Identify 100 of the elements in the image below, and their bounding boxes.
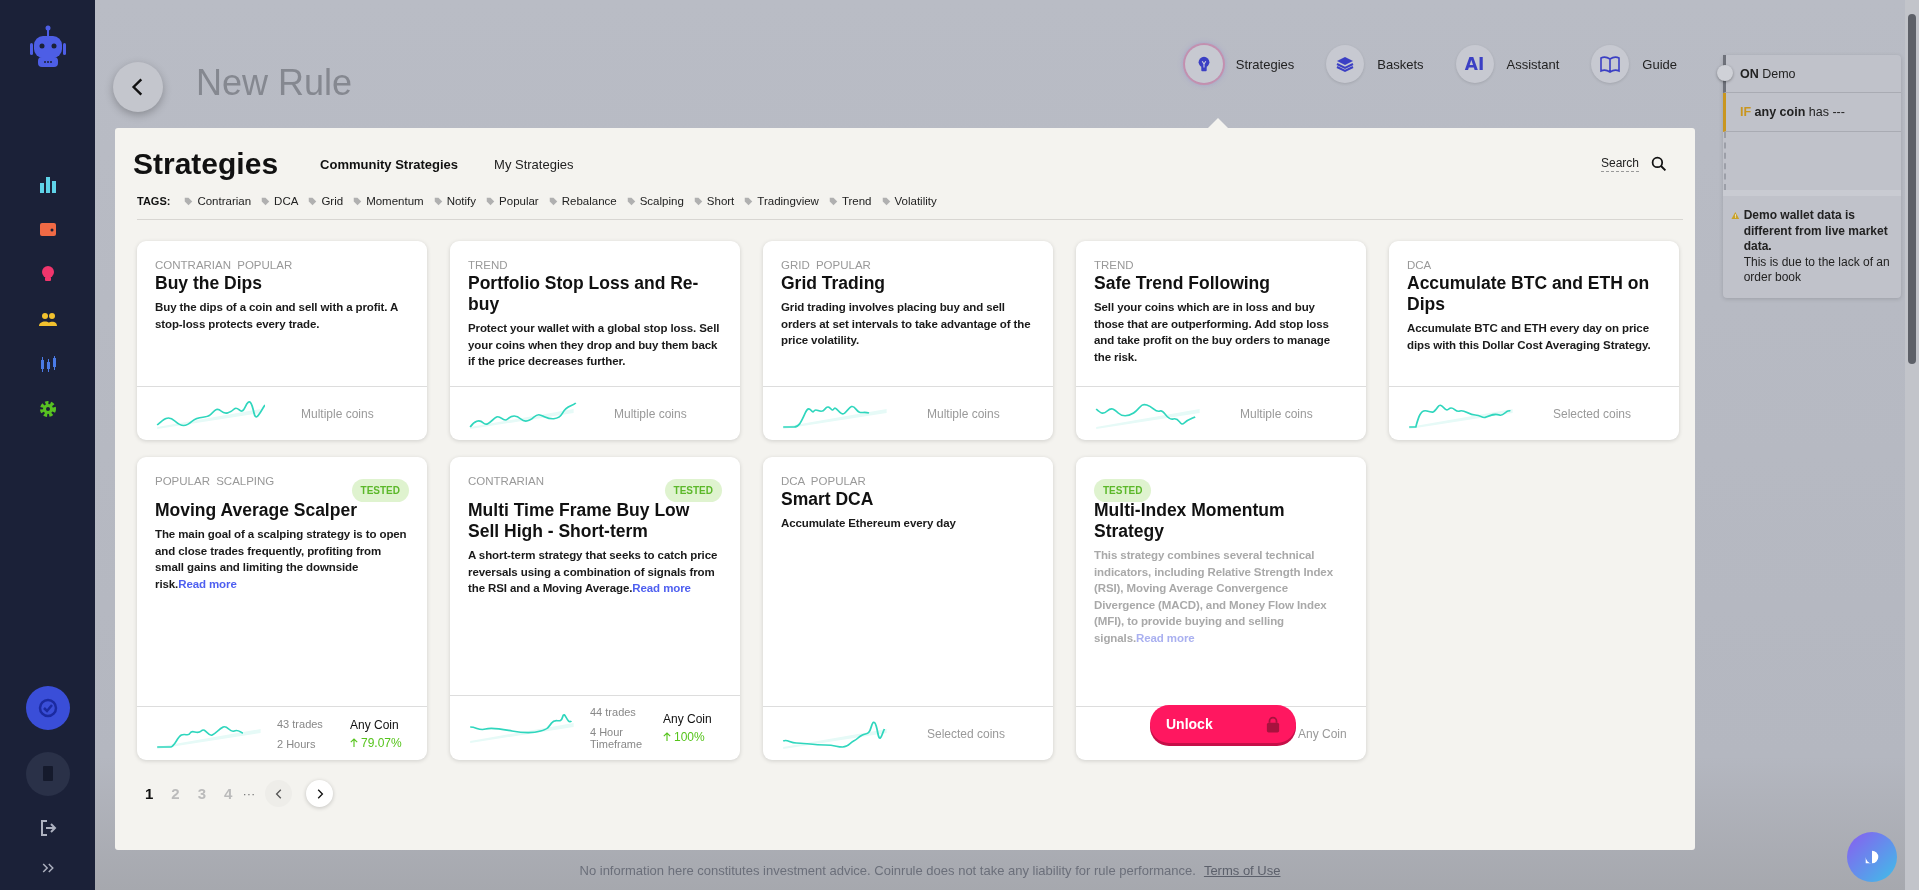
card-tags: DCA xyxy=(1407,259,1432,271)
coin-label: Any Coin xyxy=(1298,726,1348,741)
timeframe-label: 2 Hours xyxy=(277,737,317,750)
tag-icon xyxy=(548,196,558,206)
trades-count: 43 trades xyxy=(277,717,324,730)
nav-link[interactable]: Baskets xyxy=(1326,45,1424,83)
unlock-button[interactable]: Unlock xyxy=(1150,705,1296,743)
tag-icon xyxy=(184,196,194,206)
lock-icon xyxy=(1266,715,1280,733)
read-more-link[interactable]: Read more xyxy=(178,577,237,590)
coins-label: Multiple coins xyxy=(1240,406,1313,421)
tag-filter[interactable]: Trend xyxy=(828,195,872,207)
strategy-card[interactable]: TREND Portfolio Stop Loss and Re-buy Protect your wallet with a global stop loss. Sell your coins when they drop and buy them back if the price decreases further. Multiple coins xyxy=(450,241,740,440)
strategy-card[interactable] xyxy=(450,457,740,760)
card-description: Buy the dips of a coin and sell with a profit. A stop-loss protects every trade. xyxy=(155,300,399,332)
gain-value: 79.07% xyxy=(350,735,409,750)
card-description: The main goal of a scalping strategy is to open and close trades frequently, profiting from small gains and limiting the downside risk.Read more xyxy=(155,527,408,592)
tags-label: TAGS: xyxy=(137,195,171,207)
strategy-card[interactable]: GRID POPULAR Grid Trading Grid trading involves placing buy and sell orders at set intervals to take advantage of the price volatility. Multiple coins xyxy=(763,241,1053,440)
previous-page-button[interactable] xyxy=(265,780,293,807)
tag-filter[interactable]: Scalping xyxy=(626,195,684,207)
rule-status: ON Demo xyxy=(1740,66,1796,81)
tag-icon xyxy=(881,196,891,206)
tag-icon xyxy=(626,196,636,206)
tested-badge: TESTED xyxy=(664,479,722,502)
scrollbar-thumb[interactable] xyxy=(1908,14,1916,364)
back-button[interactable] xyxy=(113,62,163,112)
stack-icon xyxy=(1335,54,1356,74)
tested-badge: TESTED xyxy=(351,479,409,502)
nav-link[interactable]: Strategies xyxy=(1184,45,1295,83)
rule-condition: IF any coin has --- xyxy=(1740,105,1845,119)
bar-chart-icon[interactable] xyxy=(37,174,58,194)
strategy-card[interactable]: CONTRARIAN POPULAR Buy the Dips Buy the dips of a coin and sell with a profit. A stop-loss protects every trade. Multiple coins xyxy=(137,241,427,440)
strategy-card[interactable]: DCA Accumulate BTC and ETH on Dips Accumulate BTC and ETH every day on price dips with this Dollar Cost Averaging Strategy. Selected coins xyxy=(1389,241,1679,440)
tag-filter[interactable]: Volatility xyxy=(881,195,937,207)
card-title: Multi-Index Momentum Strategy xyxy=(1094,500,1286,542)
tag-icon xyxy=(433,196,443,206)
tag-icon xyxy=(693,196,703,206)
coins-label: Selected coins xyxy=(927,726,1006,741)
arrow-up-icon xyxy=(663,732,671,742)
nav-link[interactable]: Guide xyxy=(1591,45,1677,83)
card-tags: GRID POPULAR xyxy=(781,259,871,271)
card-tags: POPULAR SCALPING xyxy=(155,475,275,487)
tag-filter[interactable]: Short xyxy=(693,195,735,207)
tag-filter[interactable]: Contrarian xyxy=(184,195,252,207)
card-title: Safe Trend Following xyxy=(1094,273,1271,294)
card-tags: TREND xyxy=(468,259,508,271)
strategy-card[interactable] xyxy=(137,457,427,760)
nav-link[interactable]: AI Assistant xyxy=(1455,45,1560,83)
search-link[interactable]: Search xyxy=(1600,156,1639,172)
arrow-up-icon xyxy=(350,737,358,748)
card-title: Moving Average Scalper xyxy=(155,500,358,521)
card-title: Multi Time Frame Buy Low Sell High - Short-term xyxy=(468,500,691,542)
card-title: Grid Trading xyxy=(781,273,887,294)
tab[interactable]: Community Strategies xyxy=(306,156,473,172)
panel-title: Strategies xyxy=(133,147,279,181)
settings-icon[interactable] xyxy=(37,399,58,419)
tag-filter[interactable]: Momentum xyxy=(353,195,424,207)
card-title: Buy the Dips xyxy=(155,273,263,294)
card-title: Accumulate BTC and ETH on Dips xyxy=(1407,273,1651,315)
tag-filter[interactable]: Popular xyxy=(486,195,539,207)
gain-value: 100% xyxy=(663,730,722,744)
search-icon[interactable] xyxy=(1651,156,1667,172)
scrollbar[interactable] xyxy=(1905,0,1919,890)
coin-label: Any Coin xyxy=(663,712,713,726)
page-link[interactable]: 1 xyxy=(143,785,156,802)
chat-button[interactable] xyxy=(1847,832,1897,882)
tag-filter[interactable]: Grid xyxy=(308,195,344,207)
tag-filter[interactable]: Rebalance xyxy=(548,195,617,207)
tag-filter[interactable]: DCA xyxy=(261,195,299,207)
strategy-card[interactable]: DCA POPULAR Smart DCA Accumulate Ethereum every day Selected coins xyxy=(763,457,1053,760)
coins-label: Multiple coins xyxy=(614,406,687,421)
strategy-card[interactable]: TREND Safe Trend Following Sell your coins which are in loss and buy those that are outperforming. Add stop loss and take profit on the buy orders to manage the risk. Multiple coins xyxy=(1076,241,1366,440)
tag-filter[interactable]: Notify xyxy=(433,195,477,207)
toggle-knob[interactable] xyxy=(1717,65,1733,81)
card-title: Portfolio Stop Loss and Re-buy xyxy=(468,273,700,315)
card-description: This strategy combines several technical indicators, including Relative Strength Index (RSI), Moving Average Convergence Divergence (MACD), and Money Flow Index (MFI), to provide buying and selling signals.Read more xyxy=(1094,548,1334,646)
coins-label: Multiple coins xyxy=(301,406,374,421)
card-title: Smart DCA xyxy=(781,489,875,510)
tag-icon xyxy=(744,196,754,206)
tag-filter[interactable]: Tradingview xyxy=(744,195,819,207)
card-description: Grid trading involves placing buy and sell orders at set intervals to take advantage of the price volatility. xyxy=(781,300,1032,348)
card-tags: CONTRARIAN POPULAR xyxy=(155,259,293,271)
trades-count: 44 trades xyxy=(590,706,637,718)
coins-label: Selected coins xyxy=(1553,406,1632,421)
tab[interactable]: My Strategies xyxy=(480,156,588,172)
card-description: A short-term strategy that seeks to catch price reversals using a combination of signals from the RSI and a Moving Average.Read more xyxy=(468,548,719,596)
coin-label: Any Coin xyxy=(350,717,400,732)
card-tags: TREND xyxy=(1094,259,1134,271)
tag-icon xyxy=(261,196,271,206)
card-tags: DCA POPULAR xyxy=(781,475,866,487)
tag-icon xyxy=(353,196,363,206)
card-description: Sell your coins which are in loss and buy those that are outperforming. Add stop loss and take profit on the buy orders to manage the risk. xyxy=(1094,300,1331,365)
chat-bubble-icon xyxy=(1863,848,1881,866)
next-page-button[interactable] xyxy=(306,780,334,807)
card-description: Accumulate BTC and ETH every day on price dips with this Dollar Cost Averaging Strategy. xyxy=(1407,321,1652,353)
tested-badge: TESTED xyxy=(1094,479,1152,502)
check-circle-icon[interactable] xyxy=(25,686,70,730)
read-more-link[interactable]: Read more xyxy=(632,582,691,594)
pagination-ellipsis: ··· xyxy=(242,786,256,801)
